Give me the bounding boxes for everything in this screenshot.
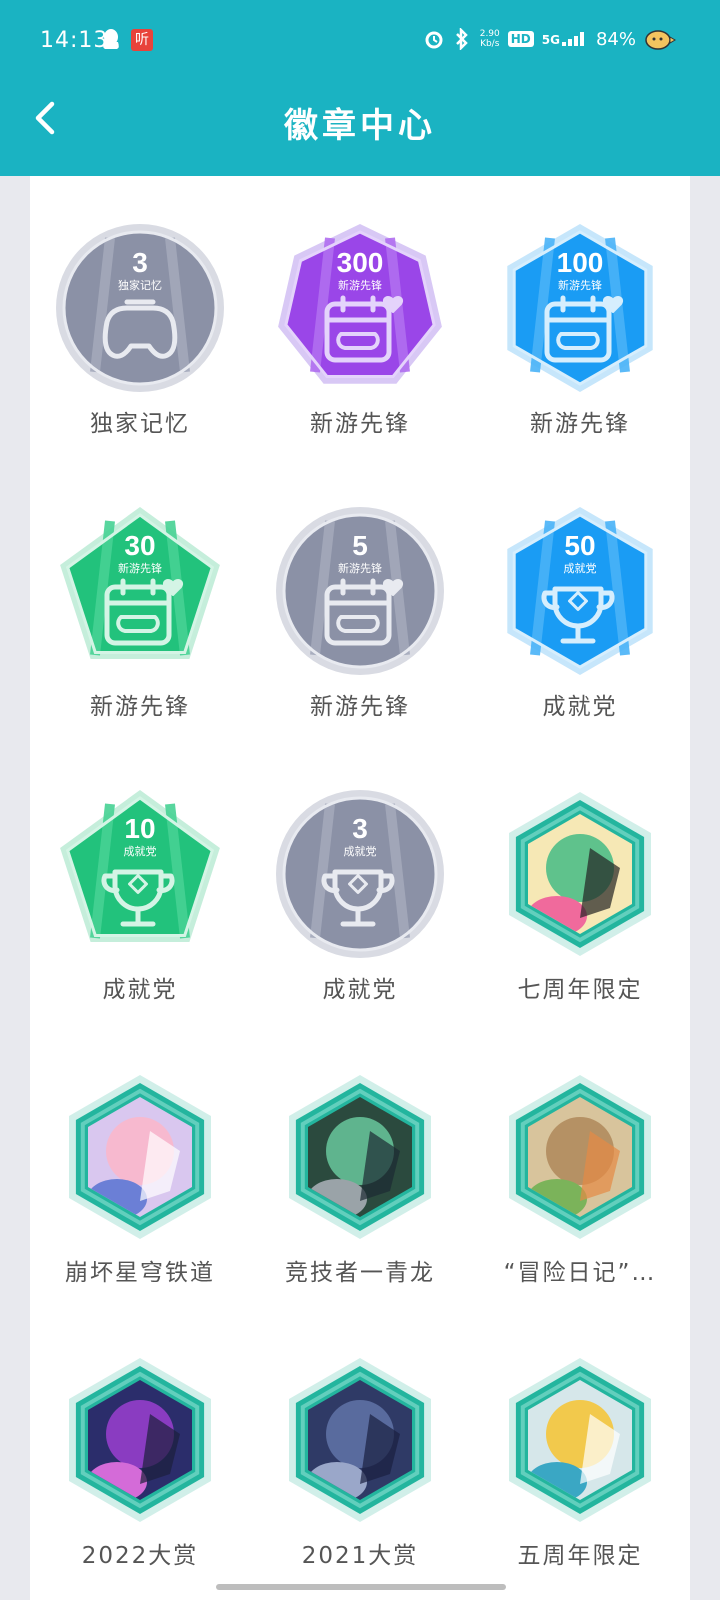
badge-medal[interactable]: 50 成就党 — [495, 505, 665, 677]
badge-count: 50 — [564, 530, 595, 561]
signal-bars-icon — [561, 32, 584, 46]
badge-subtitle: 新游先锋 — [338, 561, 382, 575]
badge-item[interactable]: 竞技者一青龙 — [250, 1025, 470, 1314]
badge-medal[interactable]: 10 成就党 — [55, 788, 225, 960]
badge-item[interactable]: 50 成就党 成就党 — [470, 459, 690, 748]
badge-label: 新游先锋 — [310, 694, 410, 720]
badge-medal[interactable] — [55, 1354, 225, 1526]
battery-pet-icon — [645, 30, 676, 50]
qq-notification-icon — [103, 29, 119, 49]
badge-item[interactable]: “冒险日记”… — [470, 1025, 690, 1314]
home-indicator[interactable] — [216, 1584, 506, 1590]
badge-label: 2021大赏 — [301, 1543, 419, 1569]
badge-medal[interactable]: 3 独家记忆 — [55, 222, 225, 394]
network-speed: 2.90 Kb/s — [479, 29, 500, 49]
battery-level: 84% — [595, 28, 636, 50]
badge-medal[interactable] — [495, 1354, 665, 1526]
badge-subtitle: 成就党 — [124, 844, 157, 858]
badge-subtitle: 成就党 — [344, 844, 377, 858]
app-header: 14:13 听 2.90 Kb/s HD 5G 84% 徽章中心 — [0, 0, 720, 176]
badge-item[interactable]: 300 新游先锋 新游先锋 — [250, 176, 470, 465]
badge-medal[interactable] — [495, 1071, 665, 1243]
badge-medal[interactable]: 100 新游先锋 — [495, 222, 665, 394]
badge-item[interactable]: 100 新游先锋 新游先锋 — [470, 176, 690, 465]
badge-medal[interactable] — [495, 788, 665, 960]
page-title: 徽章中心 — [284, 106, 436, 146]
badge-medal[interactable]: 5 新游先锋 — [275, 505, 445, 677]
badge-item[interactable]: 5 新游先锋 新游先锋 — [250, 459, 470, 748]
badge-label: 新游先锋 — [90, 694, 190, 720]
badge-count: 100 — [557, 247, 604, 278]
badge-subtitle: 成就党 — [564, 561, 597, 575]
badge-label: 七周年限定 — [517, 977, 643, 1003]
badge-label: 崩坏星穹铁道 — [65, 1260, 215, 1286]
badge-subtitle: 新游先锋 — [338, 278, 382, 292]
badge-subtitle: 新游先锋 — [118, 561, 162, 575]
badge-label: 五周年限定 — [517, 1543, 643, 1569]
signal-icon: 5G — [542, 32, 588, 46]
badge-label: “冒险日记”… — [503, 1260, 657, 1286]
badge-item[interactable]: 2021大赏 — [250, 1308, 470, 1597]
badge-label: 2022大赏 — [81, 1543, 199, 1569]
badge-label: 新游先锋 — [310, 411, 410, 437]
badge-count: 300 — [337, 247, 384, 278]
badge-medal[interactable] — [275, 1071, 445, 1243]
badge-medal[interactable] — [55, 1071, 225, 1243]
status-bar: 14:13 听 2.90 Kb/s HD 5G 84% — [0, 22, 720, 62]
badge-medal[interactable]: 30 新游先锋 — [55, 505, 225, 677]
title-bar: 徽章中心 — [0, 88, 720, 152]
badge-item[interactable]: 2022大赏 — [30, 1308, 250, 1597]
badge-label: 成就党 — [322, 977, 398, 1003]
badge-item[interactable]: 3 独家记忆 独家记忆 — [30, 176, 250, 465]
badge-label: 独家记忆 — [90, 411, 190, 437]
badge-label: 成就党 — [102, 977, 178, 1003]
badge-label: 新游先锋 — [530, 411, 630, 437]
badge-count: 30 — [124, 530, 155, 561]
badge-medal[interactable]: 3 成就党 — [275, 788, 445, 960]
app-notification-icon: 听 — [131, 29, 153, 51]
badge-panel: 3 独家记忆 独家记忆 300 新游先锋 新游先锋 100 新游先锋 新游先锋 30 新游先锋 新游先… — [30, 176, 690, 1600]
badge-medal[interactable]: 300 新游先锋 — [275, 222, 445, 394]
badge-count: 5 — [352, 530, 368, 561]
status-time: 14:13 — [40, 28, 109, 53]
badge-label: 成就党 — [542, 694, 618, 720]
badge-subtitle: 独家记忆 — [118, 278, 162, 292]
bluetooth-icon — [455, 28, 468, 50]
badge-count: 3 — [132, 247, 148, 278]
badge-count: 3 — [352, 813, 368, 844]
badge-item[interactable]: 五周年限定 — [470, 1308, 690, 1597]
badge-item[interactable]: 3 成就党 成就党 — [250, 742, 470, 1031]
alarm-icon — [425, 31, 443, 49]
status-right-icons: 2.90 Kb/s HD 5G 84% — [424, 28, 676, 50]
badge-item[interactable]: 10 成就党 成就党 — [30, 742, 250, 1031]
badge-item[interactable]: 崩坏星穹铁道 — [30, 1025, 250, 1314]
badge-count: 10 — [124, 813, 155, 844]
badge-item[interactable]: 30 新游先锋 新游先锋 — [30, 459, 250, 748]
hd-voice-icon: HD — [507, 31, 534, 47]
badge-label: 竞技者一青龙 — [285, 1260, 435, 1286]
badge-medal[interactable] — [275, 1354, 445, 1526]
badge-item[interactable]: 七周年限定 — [470, 742, 690, 1031]
badge-subtitle: 新游先锋 — [558, 278, 602, 292]
